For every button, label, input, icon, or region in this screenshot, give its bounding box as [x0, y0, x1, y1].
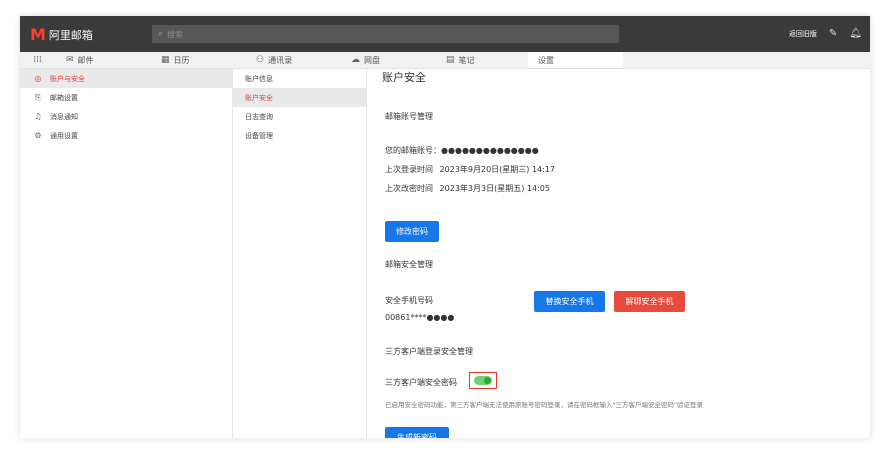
mail-icon: ✉ [66, 55, 74, 65]
change-password-button[interactable]: 修改密码 [385, 221, 439, 242]
bell-icon[interactable]: 🔔︎ [849, 28, 862, 39]
tab-settings[interactable]: 设置 [528, 52, 623, 68]
tab-apps[interactable]: ⁞⁞⁞ [20, 52, 55, 68]
client-password-note: 已启用安全密码功能，第三方客户端无法使用原账号密码登录，请在密码框输入"三方客户… [385, 401, 703, 409]
search-input[interactable]: ⌕ 搜索 [152, 25, 619, 43]
last-password-change-row: 上次改密时间 2023年3月3日(星期五) 14:05 [385, 183, 550, 194]
last-password-change-label: 上次改密时间 [385, 184, 433, 193]
client-password-label: 三方客户端安全密码 [385, 378, 457, 387]
tab-mail[interactable]: ✉ 邮件 [55, 52, 155, 68]
sidebar-item-label: 通用设置 [50, 131, 78, 140]
user-icon: ◎ [34, 74, 42, 83]
subnav-item-log-query[interactable]: 日志查询 [233, 107, 366, 126]
subnav-item-account-security[interactable]: 账户安全 [233, 88, 366, 107]
tab-label: 笔记 [458, 55, 475, 65]
sidebar-item-mailbox-settings[interactable]: ⎘ 邮箱设置 [20, 88, 232, 107]
app-tabs: ⁞⁞⁞ ✉ 邮件 ▦ 日历 ⚇ 通讯录 ☁ 网盘 ▤ 笔记 设置 [20, 52, 870, 69]
page-title: 账户安全 [382, 71, 426, 84]
logo-text: 阿里邮箱 [48, 28, 93, 42]
search-placeholder: 搜索 [167, 29, 184, 39]
tab-label: 网盘 [364, 55, 380, 65]
tab-label: 邮件 [77, 55, 94, 65]
logo-mark: M [30, 25, 46, 44]
subnav-item-device-management[interactable]: 设备管理 [233, 126, 366, 145]
tab-label: 设置 [538, 55, 554, 65]
note-icon: ▤ [446, 55, 455, 65]
top-right-actions: 返回旧版 ✎ 🔔︎ [789, 28, 862, 39]
contacts-icon: ⚇ [256, 55, 265, 65]
sidebar-item-label: 消息通知 [50, 112, 78, 121]
section-title-client: 三方客户端登录安全管理 [385, 347, 473, 356]
client-password-toggle-highlight [469, 372, 497, 389]
account-value: ●●●●●●●●●●●●●● [441, 146, 539, 155]
back-to-old-version-link[interactable]: 返回旧版 [789, 29, 817, 39]
account-label: 您的邮箱账号： [385, 146, 441, 155]
settings-sidebar: ◎ 账户与安全 ⎘ 邮箱设置 ♫ 消息通知 ⚙ 通用设置 [20, 69, 233, 438]
main-content: 账户安全 邮箱账号管理 您的邮箱账号：●●●●●●●●●●●●●● 上次登录时间… [367, 69, 870, 438]
tab-notes[interactable]: ▤ 笔记 [440, 52, 528, 68]
settings-subnav: 账户信息 账户安全 日志查询 设备管理 [233, 69, 367, 438]
subnav-item-account-info[interactable]: 账户信息 [233, 69, 366, 88]
tab-label: 通讯录 [268, 55, 293, 65]
client-password-toggle[interactable] [474, 376, 492, 385]
section-title-account: 邮箱账号管理 [385, 112, 433, 121]
last-login-label: 上次登录时间 [385, 165, 433, 174]
tab-label: 日历 [173, 55, 190, 65]
tab-contacts[interactable]: ⚇ 通讯录 [250, 52, 345, 68]
top-bar: M 阿里邮箱 ⌕ 搜索 返回旧版 ✎ 🔔︎ [20, 16, 870, 52]
sidebar-item-account-security[interactable]: ◎ 账户与安全 [20, 69, 232, 88]
toggle-knob [484, 377, 491, 384]
bell-icon: ♫ [34, 112, 42, 121]
mailbox-icon: ⎘ [34, 92, 42, 102]
sidebar-item-label: 邮箱设置 [50, 93, 78, 102]
tab-drive[interactable]: ☁ 网盘 [345, 52, 440, 68]
calendar-icon: ▦ [161, 55, 170, 65]
tab-calendar[interactable]: ▦ 日历 [155, 52, 250, 68]
replace-phone-button[interactable]: 替换安全手机 [534, 291, 605, 312]
last-login-row: 上次登录时间 2023年9月20日(星期三) 14:17 [385, 164, 555, 175]
sidebar-item-label: 账户与安全 [50, 74, 85, 83]
section-title-security: 邮箱安全管理 [385, 260, 433, 269]
generate-password-button[interactable]: 生成新密码 [385, 427, 449, 438]
last-login-value: 2023年9月20日(星期三) 14:17 [439, 165, 556, 174]
gear-icon: ⚙ [34, 131, 42, 140]
account-row: 您的邮箱账号：●●●●●●●●●●●●●● [385, 145, 539, 156]
unbind-phone-button[interactable]: 解绑安全手机 [614, 291, 685, 312]
compose-icon[interactable]: ✎ [829, 28, 837, 39]
phone-label: 安全手机号码 [385, 296, 433, 305]
cloud-icon: ☁ [351, 55, 360, 65]
logo[interactable]: M 阿里邮箱 [30, 25, 93, 44]
grid-icon: ⁞⁞⁞ [33, 55, 42, 65]
last-password-change-value: 2023年3月3日(星期五) 14:05 [439, 184, 550, 193]
sidebar-item-general-settings[interactable]: ⚙ 通用设置 [20, 126, 232, 145]
search-icon: ⌕ [158, 29, 164, 39]
sidebar-item-notifications[interactable]: ♫ 消息通知 [20, 107, 232, 126]
phone-value: 00861****●●●● [385, 313, 455, 322]
app-window: M 阿里邮箱 ⌕ 搜索 返回旧版 ✎ 🔔︎ ⁞⁞⁞ ✉ 邮件 ▦ 日历 ⚇ 通讯… [20, 16, 870, 438]
